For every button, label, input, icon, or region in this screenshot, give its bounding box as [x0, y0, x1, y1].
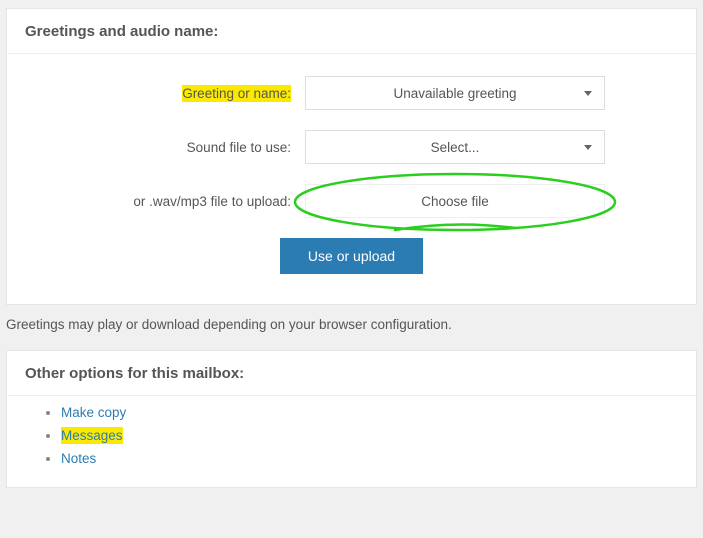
other-options-header: Other options for this mailbox:	[7, 351, 696, 396]
greetings-panel: Greetings and audio name: Greeting or na…	[6, 8, 697, 305]
upload-row: or .wav/mp3 file to upload: Choose file	[25, 184, 678, 218]
messages-link[interactable]: Messages	[61, 427, 123, 444]
greeting-row: Greeting or name: Unavailable greeting	[25, 76, 678, 110]
list-item: Make copy	[61, 402, 696, 425]
soundfile-row: Sound file to use: Select...	[25, 130, 678, 164]
other-options-list: Make copy Messages Notes	[61, 402, 696, 471]
browser-note: Greetings may play or download depending…	[0, 305, 703, 336]
soundfile-select[interactable]: Select...	[305, 130, 605, 164]
greeting-select[interactable]: Unavailable greeting	[305, 76, 605, 110]
other-options-title: Other options for this mailbox:	[25, 365, 244, 382]
choose-file-button[interactable]: Choose file	[305, 184, 605, 218]
list-item: Notes	[61, 448, 696, 471]
soundfile-label: Sound file to use:	[25, 140, 305, 155]
make-copy-link[interactable]: Make copy	[61, 405, 126, 420]
greetings-panel-header: Greetings and audio name:	[7, 9, 696, 54]
greeting-select-value: Unavailable greeting	[393, 86, 516, 101]
messages-link-text: Messages	[61, 427, 123, 444]
greeting-label: Greeting or name:	[182, 85, 291, 102]
notes-link[interactable]: Notes	[61, 451, 96, 466]
submit-row: Use or upload	[25, 238, 678, 274]
upload-label: or .wav/mp3 file to upload:	[25, 194, 305, 209]
greeting-label-cell: Greeting or name:	[25, 86, 305, 101]
choose-file-label: Choose file	[421, 194, 489, 209]
caret-down-icon	[584, 91, 592, 96]
list-item: Messages	[61, 425, 696, 448]
soundfile-select-value: Select...	[431, 140, 480, 155]
greetings-panel-body: Greeting or name: Unavailable greeting S…	[7, 54, 696, 304]
caret-down-icon	[584, 145, 592, 150]
use-or-upload-button[interactable]: Use or upload	[280, 238, 423, 274]
greetings-panel-title: Greetings and audio name:	[25, 23, 218, 40]
other-options-panel: Other options for this mailbox: Make cop…	[6, 350, 697, 488]
